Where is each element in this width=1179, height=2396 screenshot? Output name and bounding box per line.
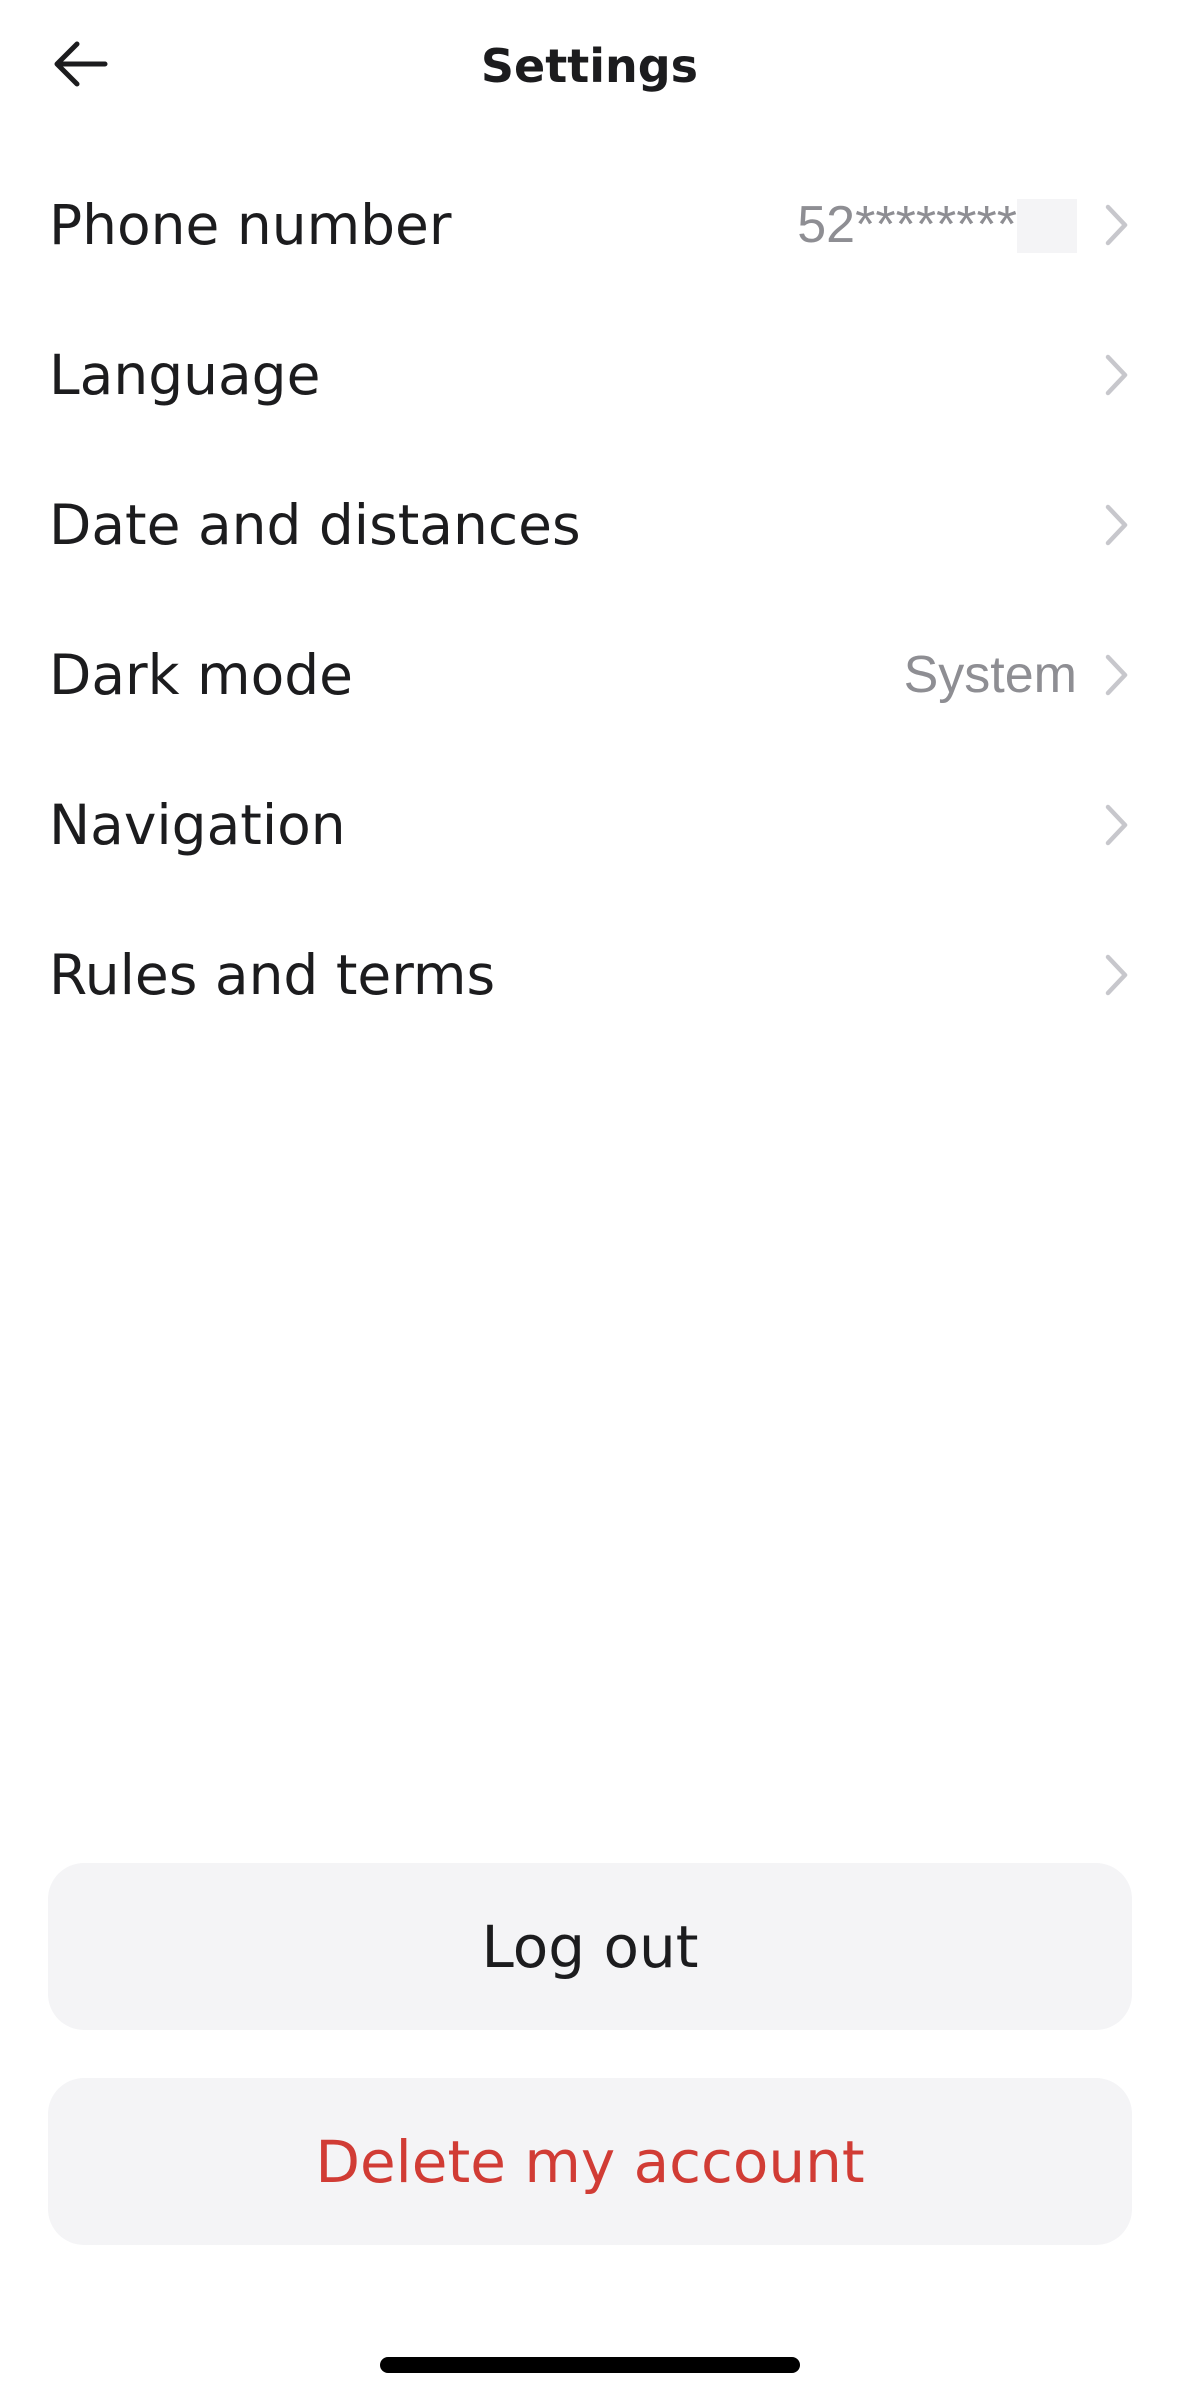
logout-button[interactable]: Log out — [48, 1863, 1132, 2030]
row-label: Phone number — [49, 193, 452, 257]
settings-row-navigation[interactable]: Navigation — [0, 750, 1179, 900]
chevron-right-icon — [1103, 803, 1131, 847]
chevron-right-icon — [1103, 353, 1131, 397]
row-label: Dark mode — [49, 643, 353, 707]
settings-row-date-and-distances[interactable]: Date and distances — [0, 450, 1179, 600]
account-actions: Log out Delete my account — [48, 1863, 1132, 2293]
settings-row-rules-and-terms[interactable]: Rules and terms — [0, 900, 1179, 1050]
settings-row-language[interactable]: Language — [0, 300, 1179, 450]
page-title: Settings — [480, 39, 699, 93]
row-label: Date and distances — [49, 493, 581, 557]
row-label: Rules and terms — [49, 943, 496, 1007]
chevron-right-icon — [1103, 653, 1131, 697]
row-label: Language — [49, 343, 321, 407]
settings-row-phone-number[interactable]: Phone number 52******** — [0, 150, 1179, 300]
row-label: Navigation — [49, 793, 346, 857]
header: Settings — [0, 0, 1179, 134]
chevron-right-icon — [1103, 203, 1131, 247]
delete-account-button[interactable]: Delete my account — [48, 2078, 1132, 2245]
settings-row-dark-mode[interactable]: Dark mode System — [0, 600, 1179, 750]
phone-number-value: 52******** — [797, 195, 1077, 255]
chevron-right-icon — [1103, 953, 1131, 997]
home-indicator[interactable] — [380, 2357, 800, 2373]
chevron-right-icon — [1103, 503, 1131, 547]
settings-list: Phone number 52******** Language Date an… — [0, 150, 1179, 1050]
dark-mode-value: System — [903, 646, 1077, 704]
